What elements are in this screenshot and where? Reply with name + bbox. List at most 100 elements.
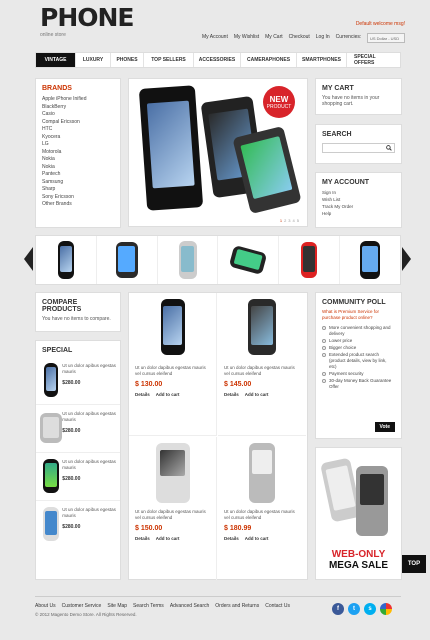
back-to-top-button[interactable]: TOP xyxy=(402,555,426,573)
brand-item[interactable]: LG xyxy=(42,141,114,149)
brand-item[interactable]: Sharp xyxy=(42,186,114,194)
footer-link-customer-service[interactable]: Customer Service xyxy=(62,603,102,609)
pager-5[interactable]: 5 xyxy=(297,218,299,223)
radio-button[interactable] xyxy=(322,353,326,357)
sale-banner[interactable]: WEB-ONLY MEGA SALE xyxy=(315,447,402,580)
special-item[interactable]: Ut un dolor apibus egestas mauris $280.00 xyxy=(36,357,120,405)
product-image[interactable] xyxy=(135,443,210,503)
carousel-item[interactable] xyxy=(340,236,400,284)
nav-phones[interactable]: Phones xyxy=(111,53,144,67)
special-item[interactable]: Ut un dolor apibus egestas mauris $280.00 xyxy=(36,453,120,501)
footer-link-orders-returns[interactable]: Orders and Returns xyxy=(215,603,259,609)
brand-item[interactable]: Kyocera xyxy=(42,134,114,142)
nav-luxury[interactable]: Luxury xyxy=(76,53,111,67)
brand-item[interactable]: Sony Ericsson xyxy=(42,194,114,202)
radio-button[interactable] xyxy=(322,372,326,376)
add-to-cart-link[interactable]: Add to cart xyxy=(156,536,180,541)
brand-item[interactable]: Motorola xyxy=(42,149,114,157)
link-checkout[interactable]: Checkout xyxy=(289,34,310,40)
product-image[interactable] xyxy=(224,299,300,359)
link-log-in[interactable]: Log In xyxy=(316,34,330,40)
poll-option[interactable]: 30-day Money Back Guarantee Offer xyxy=(316,378,401,390)
radio-button[interactable] xyxy=(322,339,326,343)
footer-link-site-map[interactable]: Site Map xyxy=(107,603,127,609)
poll-option[interactable]: Extended product search (product details… xyxy=(316,352,401,370)
product-image[interactable] xyxy=(224,443,300,503)
poll-option[interactable]: More convenient shopping and delivery xyxy=(316,325,401,337)
radio-button[interactable] xyxy=(322,379,326,383)
carousel-item[interactable] xyxy=(158,236,219,284)
product-card: Ut un dolor dapibus egestas mauris vel c… xyxy=(218,437,306,580)
twitter-icon[interactable]: t xyxy=(348,603,360,615)
footer-link-contact[interactable]: Contact Us xyxy=(265,603,290,609)
carousel-item[interactable] xyxy=(279,236,341,284)
brand-item[interactable]: Pantech xyxy=(42,171,114,179)
account-link-sign-in[interactable]: Sign In xyxy=(322,189,395,196)
account-list: Sign In Wish List Track My Order Help xyxy=(316,189,401,217)
special-item[interactable]: Ut un dolor apibus egestas mauris $280.00 xyxy=(36,501,120,549)
add-to-cart-link[interactable]: Add to cart xyxy=(156,392,180,397)
brand-item[interactable]: Samsung xyxy=(42,179,114,187)
special-product-image[interactable] xyxy=(40,507,59,543)
skype-icon[interactable]: s xyxy=(364,603,376,615)
carousel-item[interactable] xyxy=(36,236,97,284)
nav-top-sellers[interactable]: Top sellers xyxy=(144,53,194,67)
brand-item[interactable]: Apple iPhone Inified xyxy=(42,96,114,104)
pager-1[interactable]: 1 xyxy=(280,218,282,223)
pager-3[interactable]: 3 xyxy=(288,218,290,223)
special-product-image[interactable] xyxy=(40,411,62,447)
brand-item[interactable]: Compal Ericsson xyxy=(42,119,114,127)
link-my-wishlist[interactable]: My Wishlist xyxy=(234,34,259,40)
carousel-next-arrow-icon[interactable] xyxy=(402,247,411,271)
pager-2[interactable]: 2 xyxy=(284,218,286,223)
details-link[interactable]: Details xyxy=(224,536,239,541)
special-product-image[interactable] xyxy=(40,459,59,495)
nav-cameraphones[interactable]: Cameraphones xyxy=(241,53,297,67)
brand-item[interactable]: HTC xyxy=(42,126,114,134)
nav-vintage[interactable]: Vintage xyxy=(36,53,76,67)
brand-item[interactable]: Casio xyxy=(42,111,114,119)
pager-4[interactable]: 4 xyxy=(293,218,295,223)
account-link-track-order[interactable]: Track My Order xyxy=(322,203,395,210)
footer-link-advanced-search[interactable]: Advanced Search xyxy=(170,603,209,609)
link-my-cart[interactable]: My Cart xyxy=(265,34,283,40)
details-link[interactable]: Details xyxy=(224,392,239,397)
brand-item[interactable]: Nokia xyxy=(42,164,114,172)
footer-link-about[interactable]: About Us xyxy=(35,603,56,609)
footer-link-search-terms[interactable]: Search Terms xyxy=(133,603,164,609)
brand-item[interactable]: Other Brands xyxy=(42,201,114,209)
special-item[interactable]: Ut un dolor apibus egestas mauris $280.00 xyxy=(36,405,120,453)
sale-line-2: MEGA SALE xyxy=(328,560,389,571)
nav-accessories[interactable]: Accessories xyxy=(194,53,241,67)
details-link[interactable]: Details xyxy=(135,392,150,397)
account-link-wish-list[interactable]: Wish List xyxy=(322,196,395,203)
account-link-help[interactable]: Help xyxy=(322,210,395,217)
currency-select[interactable]: US Dollar - USD xyxy=(367,33,405,43)
brand-item[interactable]: Nokia xyxy=(42,156,114,164)
poll-option[interactable]: Lower price xyxy=(316,338,401,344)
featured-slider[interactable]: NEW PRODUCT 1 2 3 4 5 xyxy=(128,78,308,227)
nav-smartphones[interactable]: Smartphones xyxy=(297,53,347,67)
details-link[interactable]: Details xyxy=(135,536,150,541)
poll-option[interactable]: Bigger choice xyxy=(316,345,401,351)
product-image[interactable] xyxy=(135,299,210,359)
store-logo[interactable]: PHONE online store xyxy=(40,5,134,39)
carousel-item[interactable] xyxy=(218,236,280,284)
carousel-prev-arrow-icon[interactable] xyxy=(24,247,33,271)
search-icon[interactable] xyxy=(386,145,392,151)
radio-button[interactable] xyxy=(322,326,326,330)
poll-option[interactable]: Payment security xyxy=(316,371,401,377)
special-product-image[interactable] xyxy=(40,363,58,399)
product-description: Ut un dolor dapibus egestas mauris vel c… xyxy=(135,365,206,376)
picasa-icon[interactable] xyxy=(380,603,392,615)
vote-button[interactable]: Vote xyxy=(374,422,395,432)
brand-item[interactable]: BlackBerry xyxy=(42,104,114,112)
add-to-cart-link[interactable]: Add to cart xyxy=(245,536,269,541)
search-input[interactable] xyxy=(322,143,395,153)
link-my-account[interactable]: My Account xyxy=(202,34,228,40)
add-to-cart-link[interactable]: Add to cart xyxy=(245,392,269,397)
radio-button[interactable] xyxy=(322,346,326,350)
nav-special-offers[interactable]: Special offers xyxy=(347,53,400,67)
facebook-icon[interactable]: f xyxy=(332,603,344,615)
carousel-item[interactable] xyxy=(97,236,158,284)
